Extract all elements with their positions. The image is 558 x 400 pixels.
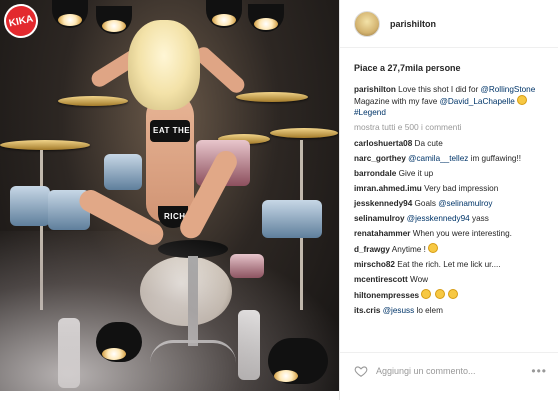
post-photo[interactable]: EAT THE RICH KIKA [0, 0, 339, 391]
stage-light [248, 4, 284, 32]
avatar[interactable] [354, 10, 380, 37]
post-username[interactable]: parishilton [390, 19, 436, 29]
caption-text: Love this shot I did for [398, 85, 479, 94]
comments-list: parishilton Love this shot I did for @Ro… [354, 84, 554, 320]
comment: barrondale Give it up [354, 168, 554, 179]
comment: mirscho82 Eat the rich. Let me lick ur..… [354, 259, 554, 270]
drum [104, 154, 142, 190]
comment-username[interactable]: jesskennedy94 [354, 199, 412, 208]
show-all-comments-link[interactable]: mostra tutti e 500 i commenti [354, 122, 554, 133]
comment-mention[interactable]: @camila__tellez [408, 154, 468, 163]
hand-emoji-icon [421, 288, 432, 299]
comment-text: Anytime ! [391, 244, 426, 254]
comment-username[interactable]: selinamulroy [354, 214, 405, 223]
comment-text: Wow [409, 274, 429, 284]
comment: hiltonempresses [354, 288, 554, 301]
stage-light [206, 0, 242, 28]
comment: jesskennedy94 Goals @selinamulroy [354, 198, 554, 209]
comment-mention[interactable]: @jesuss [383, 306, 415, 315]
instagram-post-view: EAT THE RICH KIKA parishilton Piace a 27… [0, 0, 558, 400]
comment-username[interactable]: mirscho82 [354, 260, 395, 269]
comment-username[interactable]: narc_gorthey [354, 154, 406, 163]
floor-light [268, 338, 328, 384]
cymbal [270, 128, 338, 138]
comment: imran.ahmed.imu Very bad impression [354, 183, 554, 194]
bikini-top-text: EAT THE [153, 126, 191, 135]
hand-emoji-icon [434, 288, 445, 299]
comment-username[interactable]: mcentirescott [354, 275, 408, 284]
smile-emoji-icon [428, 242, 439, 253]
stage-light [52, 0, 88, 28]
caption-text: Magazine with my fave [354, 97, 438, 107]
comment-text: im guffawing!! [470, 153, 522, 163]
comment-text: When you were interesting. [412, 228, 512, 238]
likes-count[interactable]: Piace a 27,7mila persone [340, 48, 558, 77]
comment: d_frawgy Anytime ! [354, 242, 554, 255]
post-header: parishilton [340, 0, 558, 48]
comment: its.cris @jesuss lo elem [354, 305, 554, 316]
floor-light [96, 322, 142, 362]
hand-emoji-icon [517, 95, 528, 106]
caption: parishilton Love this shot I did for @Ro… [354, 84, 554, 119]
comment-text: Very bad impression [424, 183, 499, 193]
comment-username[interactable]: d_frawgy [354, 245, 390, 254]
comment-username[interactable]: barrondale [354, 169, 396, 178]
comment-username[interactable]: imran.ahmed.imu [354, 184, 422, 193]
cymbal [58, 96, 128, 106]
comment-mention[interactable]: @selinamulroy [438, 199, 492, 208]
stage-light [96, 6, 132, 34]
comment-text: Da cute [414, 138, 443, 148]
cymbal [236, 92, 308, 102]
comment-text: Give it up [398, 168, 434, 178]
drum [10, 186, 50, 226]
cymbal [0, 140, 90, 150]
post-sidebar: parishilton Piace a 27,7mila persone par… [339, 0, 558, 400]
comment-mention[interactable]: @jesskennedy94 [407, 214, 470, 223]
caption-hashtag[interactable]: #Legend [354, 108, 386, 117]
comment-username[interactable]: hiltonempresses [354, 291, 419, 300]
comment-text: Eat the rich. Let me lick ur.... [397, 259, 501, 269]
comment-bar: Aggiungi un commento... ••• [340, 352, 558, 389]
comment: mcentirescott Wow [354, 274, 554, 285]
comment-username[interactable]: carloshuerta08 [354, 139, 412, 148]
figure-arm [192, 43, 248, 97]
comment-text: lo elem [416, 305, 443, 315]
brand-logo: KIKA [0, 0, 42, 42]
comment: renatahammer When you were interesting. [354, 228, 554, 239]
comment-username[interactable]: renatahammer [354, 229, 410, 238]
hand-emoji-icon [447, 288, 458, 299]
caption-username[interactable]: parishilton [354, 85, 396, 94]
comment-text: Goals [414, 198, 436, 208]
comment-username[interactable]: its.cris [354, 306, 380, 315]
figure-body [146, 92, 194, 222]
caption-mention[interactable]: @David_LaChapelle [440, 97, 515, 106]
heart-icon[interactable] [354, 364, 368, 378]
figure-hair [128, 20, 200, 110]
caption-mention[interactable]: @RollingStone [481, 85, 536, 94]
comment: carloshuerta08 Da cute [354, 138, 554, 149]
add-comment-input[interactable]: Aggiungi un commento... [376, 366, 476, 376]
comment-text: yass [472, 213, 489, 223]
comment: narc_gorthey @camila__tellez im guffawin… [354, 153, 554, 164]
ellipsis-icon[interactable]: ••• [531, 364, 547, 378]
comment: selinamulroy @jesskennedy94 yass [354, 213, 554, 224]
